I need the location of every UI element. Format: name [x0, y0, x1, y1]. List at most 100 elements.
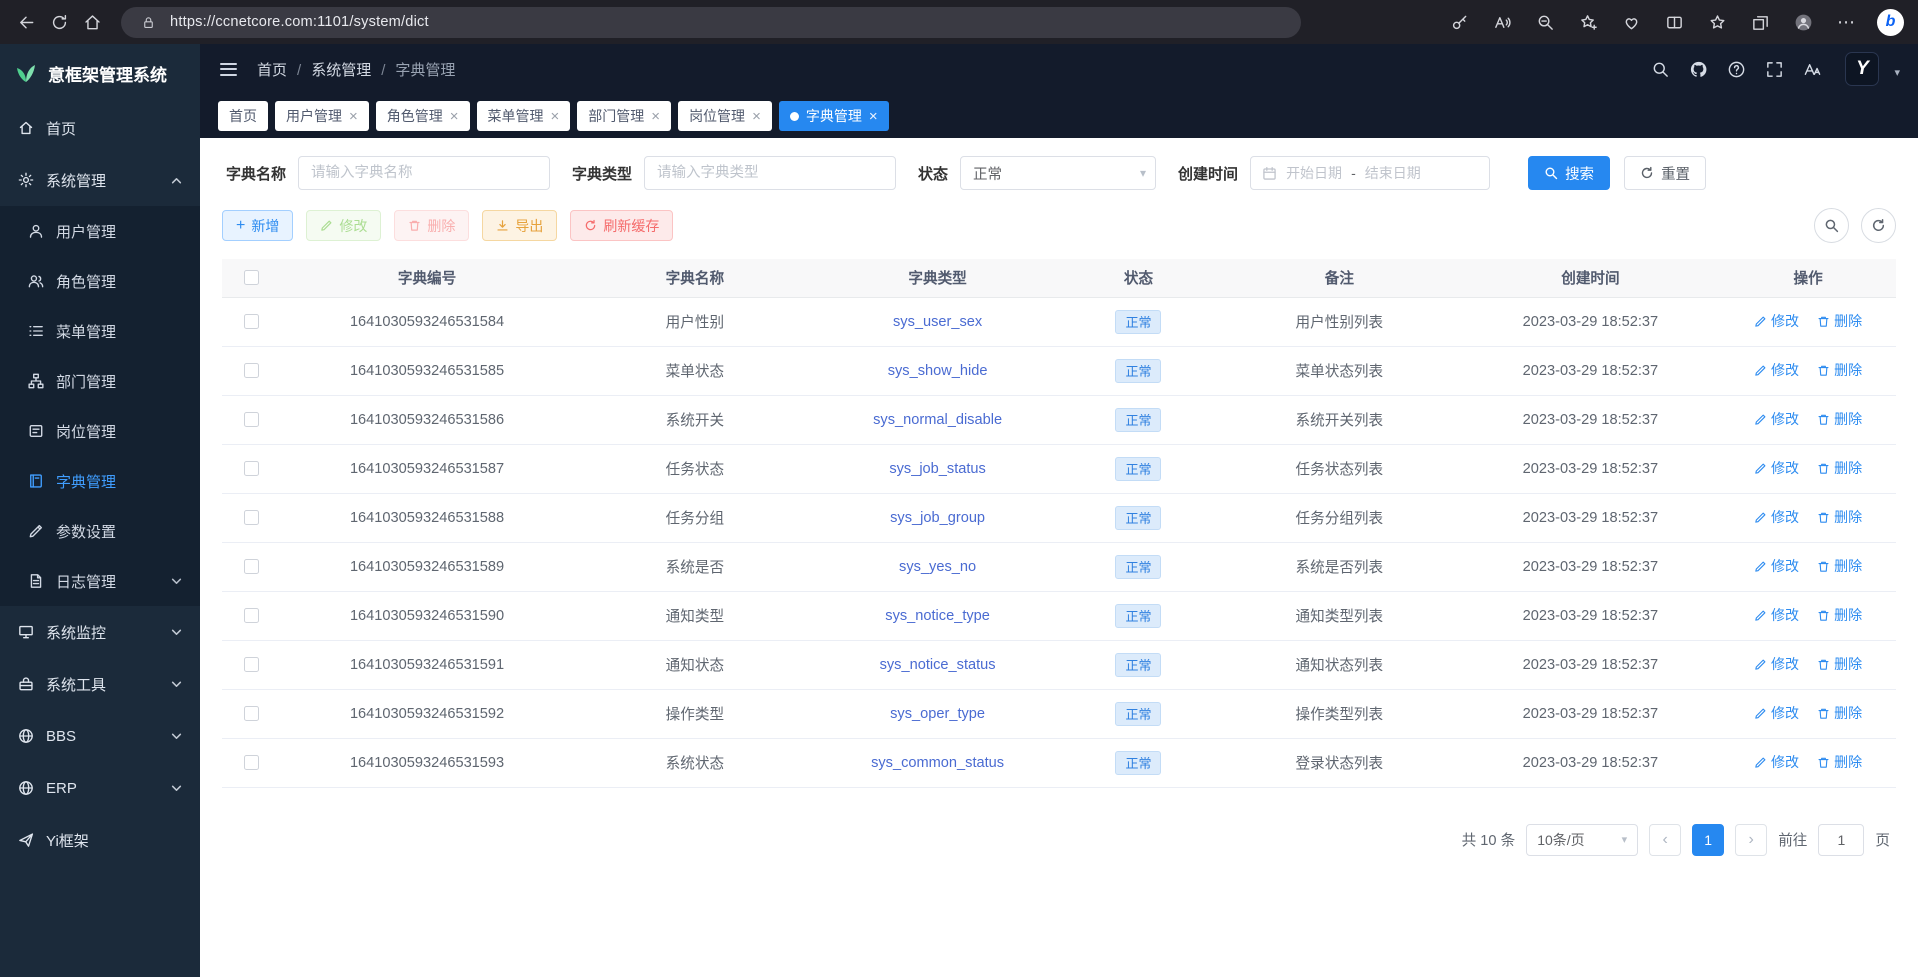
- row-checkbox[interactable]: [244, 314, 259, 329]
- view-tab[interactable]: 用户管理 ×: [275, 101, 369, 131]
- breadcrumb-item[interactable]: 系统管理: [287, 59, 371, 80]
- row-delete-button[interactable]: 删除: [1817, 409, 1862, 429]
- browser-refresh-button[interactable]: [47, 10, 71, 34]
- bing-icon[interactable]: b: [1877, 9, 1904, 36]
- toggle-search-button[interactable]: [1814, 208, 1849, 243]
- dict-name-input[interactable]: [298, 156, 550, 190]
- row-edit-button[interactable]: 修改: [1754, 752, 1799, 772]
- dict-type-link[interactable]: sys_normal_disable: [873, 412, 1002, 428]
- row-checkbox[interactable]: [244, 412, 259, 427]
- dict-type-link[interactable]: sys_notice_status: [880, 657, 996, 673]
- tab-close-icon[interactable]: ×: [651, 109, 660, 124]
- tab-close-icon[interactable]: ×: [869, 109, 878, 124]
- sidebar-item-erp[interactable]: ERP: [0, 762, 200, 814]
- view-tab[interactable]: 部门管理 ×: [577, 101, 671, 131]
- dict-type-link[interactable]: sys_common_status: [871, 755, 1004, 771]
- sidebar-item-user[interactable]: 用户管理: [0, 206, 200, 256]
- row-delete-button[interactable]: 删除: [1817, 507, 1862, 527]
- refresh-table-button[interactable]: [1861, 208, 1896, 243]
- collapse-menu-icon[interactable]: [218, 60, 239, 79]
- sidebar-item-home[interactable]: 首页: [0, 102, 200, 154]
- prev-page-button[interactable]: ‹: [1649, 824, 1681, 856]
- row-delete-button[interactable]: 删除: [1817, 654, 1862, 674]
- breadcrumb-item[interactable]: 首页: [257, 59, 287, 80]
- collections-icon[interactable]: [1748, 10, 1772, 34]
- user-menu-caret-icon[interactable]: ▾: [1894, 66, 1900, 79]
- add-button[interactable]: + 新增: [222, 210, 293, 241]
- dict-type-link[interactable]: sys_show_hide: [888, 363, 988, 379]
- tab-close-icon[interactable]: ×: [551, 109, 560, 124]
- row-delete-button[interactable]: 删除: [1817, 605, 1862, 625]
- row-edit-button[interactable]: 修改: [1754, 703, 1799, 723]
- row-edit-button[interactable]: 修改: [1754, 507, 1799, 527]
- profile-avatar[interactable]: [1791, 10, 1815, 34]
- sidebar-item-dept[interactable]: 部门管理: [0, 356, 200, 406]
- zoom-icon[interactable]: [1533, 10, 1557, 34]
- split-screen-icon[interactable]: [1662, 10, 1686, 34]
- row-checkbox[interactable]: [244, 706, 259, 721]
- page-size-select[interactable]: 10条/页 ▾: [1526, 824, 1638, 856]
- breadcrumb-item[interactable]: 字典管理: [371, 59, 455, 80]
- add-favorite-icon[interactable]: [1576, 10, 1600, 34]
- back-button[interactable]: [14, 10, 38, 34]
- view-tab[interactable]: 角色管理 ×: [376, 101, 470, 131]
- page-number-button[interactable]: 1: [1692, 824, 1724, 856]
- delete-button[interactable]: 删除: [394, 210, 469, 241]
- dict-type-link[interactable]: sys_user_sex: [893, 314, 982, 330]
- row-checkbox[interactable]: [244, 608, 259, 623]
- search-icon[interactable]: [1649, 58, 1672, 81]
- sidebar-item-bbs[interactable]: BBS: [0, 710, 200, 762]
- browser-home-button[interactable]: [80, 10, 104, 34]
- view-tab[interactable]: 首页: [218, 101, 268, 131]
- sidebar-item-monitor[interactable]: 系统监控: [0, 606, 200, 658]
- more-menu-icon[interactable]: ⋯: [1834, 10, 1858, 34]
- status-select-value[interactable]: [960, 156, 1156, 190]
- dict-type-link[interactable]: sys_oper_type: [890, 706, 985, 722]
- search-button[interactable]: 搜索: [1528, 156, 1610, 190]
- row-delete-button[interactable]: 删除: [1817, 458, 1862, 478]
- address-bar[interactable]: https://ccnetcore.com:1101/system/dict: [121, 7, 1301, 38]
- dict-type-link[interactable]: sys_yes_no: [899, 559, 976, 575]
- row-checkbox[interactable]: [244, 363, 259, 378]
- row-delete-button[interactable]: 删除: [1817, 703, 1862, 723]
- row-checkbox[interactable]: [244, 657, 259, 672]
- dict-type-input[interactable]: [644, 156, 896, 190]
- sidebar-item-role[interactable]: 角色管理: [0, 256, 200, 306]
- tab-close-icon[interactable]: ×: [349, 109, 358, 124]
- row-edit-button[interactable]: 修改: [1754, 458, 1799, 478]
- dict-type-link[interactable]: sys_job_group: [890, 510, 985, 526]
- read-aloud-icon[interactable]: [1490, 10, 1514, 34]
- view-tab[interactable]: 菜单管理 ×: [477, 101, 571, 131]
- status-select[interactable]: ▾: [960, 156, 1156, 190]
- export-button[interactable]: 导出: [482, 210, 557, 241]
- row-checkbox[interactable]: [244, 755, 259, 770]
- github-icon[interactable]: [1687, 58, 1710, 81]
- edit-button[interactable]: 修改: [306, 210, 381, 241]
- browser-essentials-icon[interactable]: [1619, 10, 1643, 34]
- dict-type-link[interactable]: sys_notice_type: [885, 608, 990, 624]
- user-avatar[interactable]: Y: [1845, 52, 1879, 86]
- password-key-icon[interactable]: [1447, 10, 1471, 34]
- row-checkbox[interactable]: [244, 461, 259, 476]
- fullscreen-icon[interactable]: [1763, 58, 1786, 81]
- row-edit-button[interactable]: 修改: [1754, 409, 1799, 429]
- view-tab[interactable]: 岗位管理 ×: [678, 101, 772, 131]
- sidebar-item-system[interactable]: 系统管理: [0, 154, 200, 206]
- reset-button[interactable]: 重置: [1624, 156, 1706, 190]
- view-tab[interactable]: 字典管理 ×: [779, 101, 889, 131]
- font-size-icon[interactable]: [1801, 58, 1824, 81]
- favorites-bar-icon[interactable]: [1705, 10, 1729, 34]
- help-icon[interactable]: [1725, 58, 1748, 81]
- sidebar-item-post[interactable]: 岗位管理: [0, 406, 200, 456]
- sidebar-item-dict[interactable]: 字典管理: [0, 456, 200, 506]
- row-delete-button[interactable]: 删除: [1817, 360, 1862, 380]
- sidebar-item-tools[interactable]: 系统工具: [0, 658, 200, 710]
- row-edit-button[interactable]: 修改: [1754, 556, 1799, 576]
- row-delete-button[interactable]: 删除: [1817, 311, 1862, 331]
- row-delete-button[interactable]: 删除: [1817, 556, 1862, 576]
- sidebar-item-param[interactable]: 参数设置: [0, 506, 200, 556]
- row-edit-button[interactable]: 修改: [1754, 311, 1799, 331]
- goto-page-input[interactable]: [1818, 824, 1864, 856]
- dict-type-link[interactable]: sys_job_status: [889, 461, 986, 477]
- row-checkbox[interactable]: [244, 510, 259, 525]
